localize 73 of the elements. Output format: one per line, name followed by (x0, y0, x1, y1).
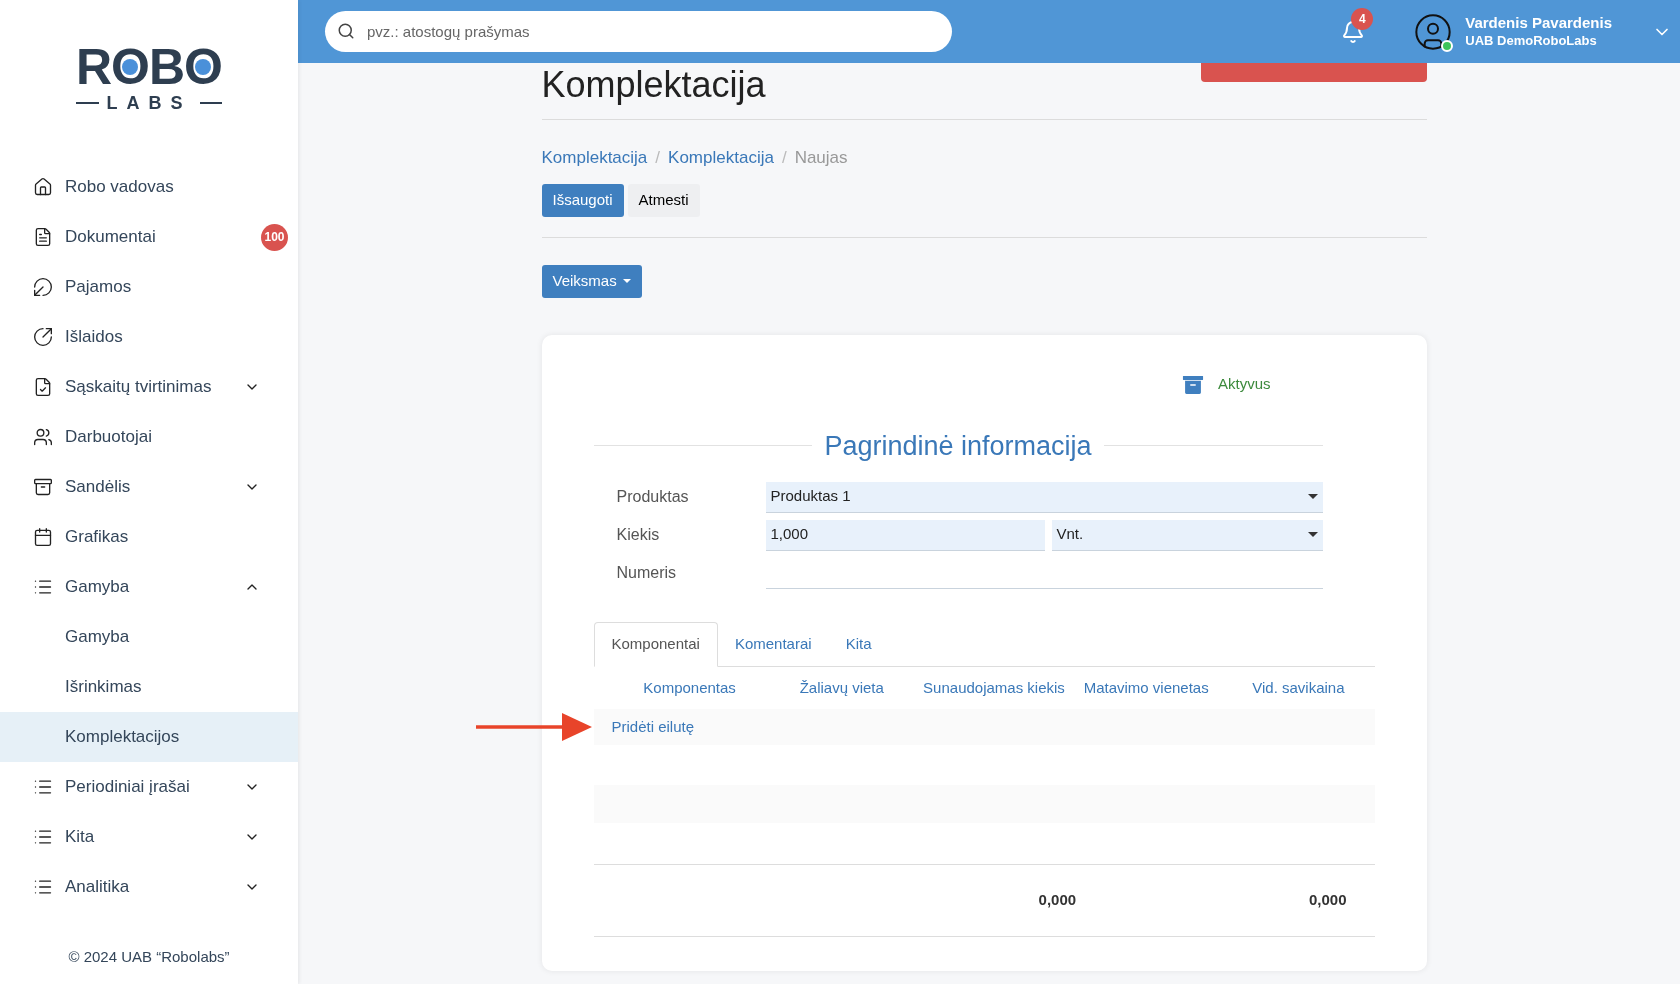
breadcrumb-link[interactable]: Komplektacija (541, 145, 648, 171)
sidebar-label: Kita (65, 826, 96, 849)
sidebar-label: Periodiniai įrašai (65, 776, 191, 799)
breadcrumb-current: Naujas (794, 147, 848, 169)
total-cost: 0,000 (1308, 890, 1347, 911)
count-badge: 100 (261, 223, 288, 251)
sidebar-label: Sąskaitų tvirtinimas (65, 376, 213, 399)
breadcrumb-separator: / (781, 147, 787, 169)
quantity-field[interactable]: 1,000 (765, 519, 1045, 551)
search-field[interactable]: pvz.: atostogų prašymas (325, 11, 952, 52)
document-icon (33, 227, 53, 247)
tab[interactable]: Komponentai (593, 622, 718, 667)
sidebar-subitem[interactable]: Komplektacijos (0, 712, 298, 762)
breadcrumb-separator: / (655, 147, 661, 169)
sidebar-item[interactable]: Kita (0, 812, 298, 862)
sidebar-label: Robo vadovas (65, 176, 175, 199)
sidebar-label: Pajamos (65, 276, 133, 299)
column-header: Žaliavų vieta (798, 677, 885, 698)
column-header: Matavimo vienetas (1082, 677, 1210, 698)
sidebar-label: Grafikas (65, 526, 130, 549)
action-dropdown-button[interactable]: Veiksmas (541, 264, 642, 298)
sidebar-item[interactable]: Grafikas (0, 512, 298, 562)
caret-icon (1307, 532, 1318, 537)
search-icon (337, 22, 355, 40)
sidebar-item[interactable]: Pajamos (0, 262, 298, 312)
page-title: Komplektacija (541, 67, 766, 103)
copyright-text: © 2024 UAB “Robolabs” (68, 946, 230, 967)
sidebar-subitem[interactable]: Išrinkimas (0, 662, 298, 712)
company-name: UAB DemoRoboLabs (1465, 32, 1598, 49)
user-name: Vardenis Pavardenis (1465, 14, 1612, 33)
sidebar-label: Išlaidos (65, 326, 124, 349)
sidebar-item[interactable]: Išlaidos (0, 312, 298, 362)
product-select[interactable]: Produktas 1 (765, 481, 1323, 513)
field-label: Numeris (616, 563, 678, 583)
sidebar-item[interactable]: Sąskaitų tvirtinimas (0, 362, 298, 412)
people-icon (33, 427, 53, 447)
breadcrumb-link[interactable]: Komplektacija (668, 145, 774, 171)
sidebar-item[interactable]: Darbuotojai (0, 412, 298, 462)
field-label: Kiekis (616, 525, 661, 545)
sidebar-label: Sandėlis (65, 476, 132, 499)
sidebar-label: Gamyba (65, 576, 131, 599)
discard-button[interactable]: Atmesti (627, 183, 700, 217)
total-quantity: 0,000 (1038, 890, 1077, 911)
sidebar-item[interactable]: Gamyba (0, 562, 298, 612)
sidebar-subitem[interactable]: Gamyba (0, 612, 298, 662)
sidebar-item[interactable]: Sandėlis (0, 462, 298, 512)
tab[interactable]: Komentarai (717, 622, 829, 667)
column-header: Komponentas (642, 677, 737, 698)
caret-icon (1307, 494, 1318, 499)
sidebar-item[interactable]: Analitika (0, 862, 298, 912)
notification-badge: 4 (1351, 7, 1374, 30)
status-label: Aktyvus (1218, 374, 1271, 395)
sidebar-label: Darbuotojai (65, 426, 153, 449)
sidebar-item[interactable]: Robo vadovas (0, 162, 298, 212)
add-row-link[interactable]: Pridėti eilutę (611, 715, 695, 739)
sidebar-item[interactable]: Periodiniai įrašai (0, 762, 298, 812)
column-header: Sunaudojamas kiekis (922, 677, 1066, 698)
robolabs-logo: ROBO LABS (76, 42, 222, 112)
sidebar-label: Dokumentai (65, 226, 157, 249)
field-label: Produktas (616, 487, 690, 507)
archive-icon (33, 477, 53, 497)
calendar-icon (33, 527, 53, 547)
section-title: Pagrindinė informacija (824, 429, 1092, 463)
avatar-icon[interactable] (1413, 11, 1454, 52)
column-header: Vid. savikaina (1251, 677, 1346, 698)
home-icon (33, 177, 53, 197)
caret-icon (622, 279, 631, 283)
document-check-icon (33, 377, 53, 397)
tab[interactable]: Kita (828, 622, 889, 667)
unit-select[interactable]: Vnt. (1051, 519, 1323, 551)
sidebar-item[interactable]: Dokumentai 100 (0, 212, 298, 262)
save-button[interactable]: Išsaugoti (541, 183, 624, 217)
sidebar-label: Analitika (65, 876, 131, 899)
